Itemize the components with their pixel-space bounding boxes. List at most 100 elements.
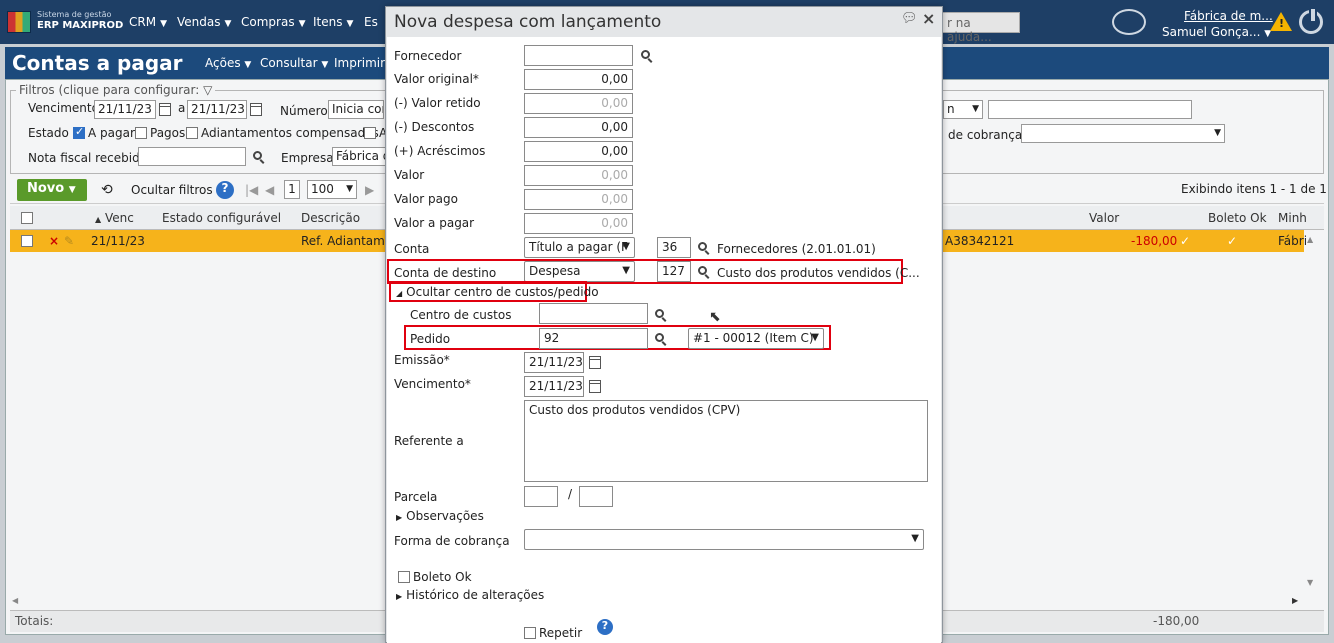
next-page-icon[interactable]: ▶: [365, 183, 374, 197]
select-value: Despesa: [529, 264, 581, 278]
menu-imprimir[interactable]: Imprimir: [334, 56, 385, 70]
search-icon[interactable]: [698, 266, 707, 275]
pedido-item-select[interactable]: #1 - 00012 (Item C) ▼: [688, 328, 824, 349]
menu-itens[interactable]: Itens ▼: [313, 15, 353, 29]
centro-custos-input[interactable]: [539, 303, 648, 324]
ocultar-filtros-button[interactable]: Ocultar filtros: [131, 183, 213, 197]
scroll-left-icon[interactable]: ◀: [12, 596, 18, 605]
help-search-input[interactable]: r na ajuda...: [938, 12, 1020, 44]
column-venc[interactable]: ▲ Venc: [95, 211, 134, 225]
filter-pagos-checkbox[interactable]: Pagos: [135, 126, 185, 140]
novo-button[interactable]: Novo ▼: [17, 179, 87, 201]
comment-icon[interactable]: 💬︎: [901, 11, 918, 26]
warning-icon[interactable]: !: [1270, 12, 1292, 31]
help-icon[interactable]: ?: [216, 181, 234, 199]
menu-compras[interactable]: Compras ▼: [241, 15, 306, 29]
search-icon[interactable]: [641, 50, 650, 59]
maxiprod-logo[interactable]: Sistema de gestão ERP MAXIPROD: [7, 8, 123, 36]
search-icon[interactable]: [698, 242, 707, 251]
checkbox[interactable]: [21, 212, 33, 224]
power-icon[interactable]: [1299, 7, 1323, 34]
search-icon[interactable]: [655, 333, 664, 342]
filter-venc-to[interactable]: 21/11/23: [187, 100, 247, 119]
filter-cobranca-select[interactable]: ▼: [1021, 124, 1225, 143]
chat-icon[interactable]: [1112, 9, 1146, 35]
scroll-up-icon[interactable]: ▲: [1307, 235, 1313, 244]
row-checkbox[interactable]: [21, 234, 36, 248]
referente-textarea[interactable]: Custo dos produtos vendidos (CPV): [524, 400, 928, 482]
conta-code-input[interactable]: 36: [657, 237, 691, 258]
checkbox[interactable]: [398, 571, 410, 583]
vencimento-label: Vencimento*: [394, 377, 471, 391]
column-boleto[interactable]: Boleto Ok: [1208, 211, 1267, 225]
filters-legend[interactable]: Filtros (clique para configurar: ▽: [16, 83, 216, 97]
emissao-input[interactable]: 21/11/23: [524, 352, 584, 373]
checkbox-checked[interactable]: [73, 125, 85, 139]
scroll-down-icon[interactable]: ▼: [1307, 578, 1313, 587]
descontos-input[interactable]: 0,00: [524, 117, 633, 138]
calendar-icon[interactable]: [159, 103, 171, 116]
calendar-icon[interactable]: [589, 356, 601, 369]
forma-cobranca-select[interactable]: ▼: [524, 529, 924, 550]
historico-toggle[interactable]: ▶ Histórico de alterações: [396, 588, 544, 602]
conta-destino-select[interactable]: Despesa ▼: [524, 261, 635, 282]
help-icon[interactable]: ?: [597, 619, 613, 635]
company-link[interactable]: Fábrica de m...: [1184, 9, 1273, 23]
column-minh[interactable]: Minh: [1278, 211, 1307, 225]
filter-nf-input[interactable]: [138, 147, 246, 166]
checkbox[interactable]: [364, 127, 376, 139]
page-size-select[interactable]: 100 ▼: [307, 180, 357, 199]
prev-page-icon[interactable]: ◀: [265, 183, 274, 197]
vencimento-input[interactable]: 21/11/23: [524, 376, 584, 397]
close-icon[interactable]: ×: [922, 9, 935, 28]
totals-value: -180,00: [1153, 614, 1200, 628]
refresh-icon[interactable]: ⟲: [101, 182, 113, 198]
edit-icon[interactable]: ✎: [64, 234, 74, 248]
first-page-icon[interactable]: |◀: [245, 183, 258, 197]
checkbox[interactable]: [186, 127, 198, 139]
ocultar-centro-toggle[interactable]: ◢ Ocultar centro de custos/pedido: [396, 285, 599, 299]
search-icon[interactable]: [253, 151, 262, 160]
calendar-icon[interactable]: [589, 380, 601, 393]
filter-empresa-input[interactable]: Fábrica d: [332, 147, 386, 166]
filter-apagar-checkbox[interactable]: A pagar: [73, 125, 135, 140]
checkbox[interactable]: [524, 627, 536, 639]
filter-right-input[interactable]: [988, 100, 1192, 119]
column-valor[interactable]: Valor: [1089, 211, 1119, 225]
menu-acoes[interactable]: Ações ▼: [205, 56, 251, 70]
page-number-input[interactable]: 1: [284, 180, 300, 199]
acrescimos-input[interactable]: 0,00: [524, 141, 633, 162]
filter-adiantamentos-checkbox[interactable]: Adiantamentos compensados: [186, 126, 379, 140]
conta-destino-code-input[interactable]: 127: [657, 261, 691, 282]
scroll-right-icon[interactable]: ▶: [1292, 596, 1298, 605]
select-all-checkbox[interactable]: [21, 211, 36, 225]
checkbox[interactable]: [135, 127, 147, 139]
menu-vendas[interactable]: Vendas ▼: [177, 15, 231, 29]
conta-select[interactable]: Título a pagar (F ▼: [524, 237, 635, 258]
delete-icon[interactable]: ×: [49, 234, 59, 248]
calendar-icon[interactable]: [250, 103, 262, 116]
user-menu[interactable]: Samuel Gonça... ▼: [1162, 25, 1271, 39]
filter-a-checkbox[interactable]: A: [364, 126, 387, 140]
menu-estoque[interactable]: Es: [364, 15, 378, 29]
fornecedor-input[interactable]: [524, 45, 633, 66]
menu-crm[interactable]: CRM ▼: [129, 15, 167, 29]
valor-original-input[interactable]: 0,00: [524, 69, 633, 90]
filter-right-select[interactable]: n ▼: [943, 100, 983, 119]
boleto-ok-checkbox[interactable]: Boleto Ok: [398, 570, 472, 584]
filter-venc-from[interactable]: 21/11/23: [94, 100, 156, 119]
menu-consultar[interactable]: Consultar ▼: [260, 56, 328, 70]
filter-icon: ▽: [203, 83, 213, 97]
column-descricao[interactable]: Descrição: [301, 211, 360, 225]
filter-vencimento-label: Vencimento: [28, 101, 99, 115]
parcela-total-input[interactable]: [579, 486, 613, 507]
column-estado[interactable]: Estado configurável: [162, 211, 281, 225]
checkbox[interactable]: [21, 235, 33, 247]
valor-retido-input[interactable]: 0,00: [524, 93, 633, 114]
parcela-number-input[interactable]: [524, 486, 558, 507]
search-icon[interactable]: [655, 309, 664, 318]
pedido-input[interactable]: 92: [539, 328, 648, 349]
filter-numero-select[interactable]: Inicia con: [328, 100, 384, 119]
observacoes-toggle[interactable]: ▶ Observações: [396, 509, 484, 523]
repetir-checkbox[interactable]: Repetir: [524, 626, 582, 640]
